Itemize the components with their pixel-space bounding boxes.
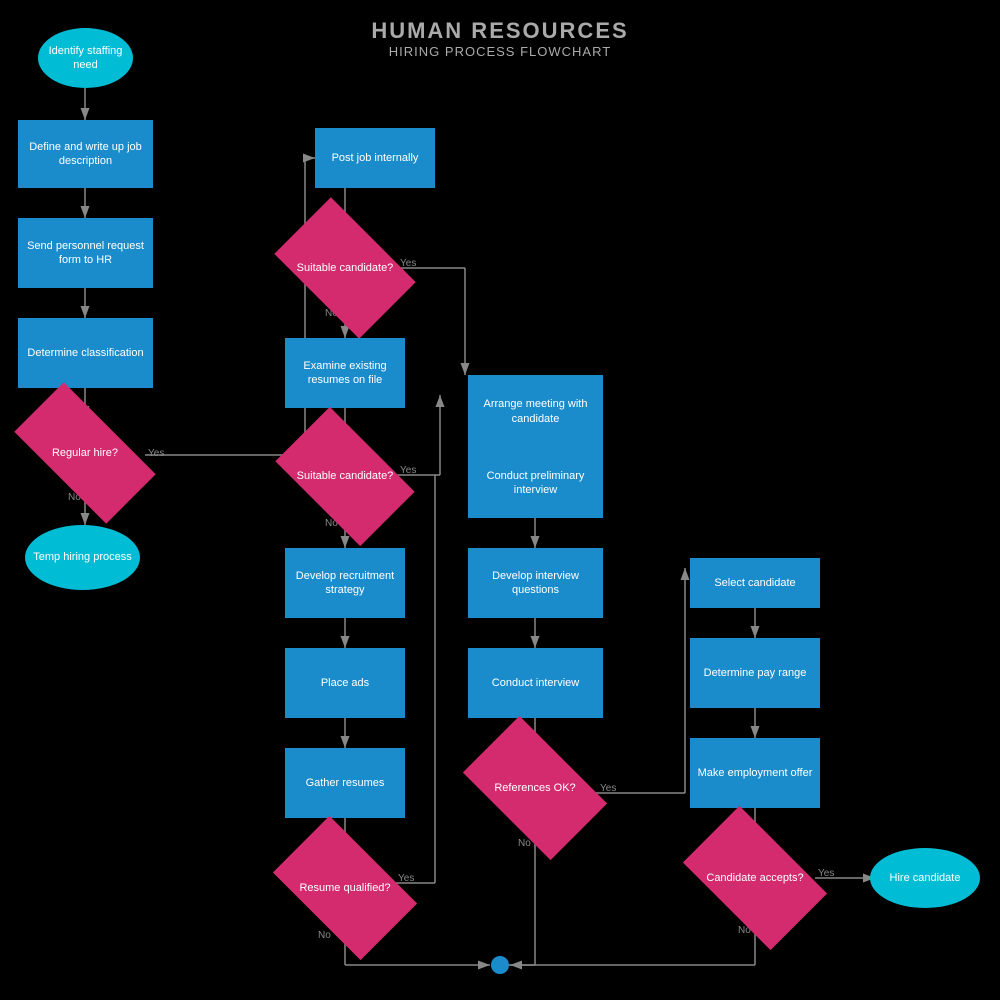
place-ads-box: Place ads xyxy=(285,648,405,718)
resume-qualified-diamond: Resume qualified? xyxy=(283,848,407,928)
gather-resumes-box: Gather resumes xyxy=(285,748,405,818)
post-job-box: Post job internally xyxy=(315,128,435,188)
temp-hiring-oval: Temp hiring process xyxy=(25,525,140,590)
label-no-references: No xyxy=(518,838,531,849)
main-title: HUMAN RESOURCES xyxy=(0,18,1000,44)
arrange-meeting-box: Arrange meeting with candidate xyxy=(468,375,603,448)
suitable1-diamond: Suitable candidate? xyxy=(285,228,405,308)
define-write-box: Define and write up job description xyxy=(18,120,153,188)
make-offer-box: Make employment offer xyxy=(690,738,820,808)
develop-interview-box: Develop interview questions xyxy=(468,548,603,618)
flowchart-canvas: HUMAN RESOURCES HIRING PROCESS FLOWCHART xyxy=(0,0,1000,1000)
determine-pay-box: Determine pay range xyxy=(690,638,820,708)
select-candidate-box: Select candidate xyxy=(690,558,820,608)
send-personnel-box: Send personnel request form to HR xyxy=(18,218,153,288)
suitable2-diamond: Suitable candidate? xyxy=(285,438,405,515)
references-ok-diamond: References OK? xyxy=(473,748,597,828)
conduct-interview-box: Conduct interview xyxy=(468,648,603,718)
determine-class-box: Determine classification xyxy=(18,318,153,388)
candidate-accepts-diamond: Candidate accepts? xyxy=(693,838,817,918)
regular-hire-diamond: Regular hire? xyxy=(20,418,150,488)
label-yes-regular: Yes xyxy=(148,448,164,459)
conduct-prelim-box: Conduct preliminary interview xyxy=(468,448,603,518)
examine-resumes-box: Examine existing resumes on file xyxy=(285,338,405,408)
sub-title: HIRING PROCESS FLOWCHART xyxy=(0,44,1000,59)
bottom-circle xyxy=(491,956,509,974)
title-area: HUMAN RESOURCES HIRING PROCESS FLOWCHART xyxy=(0,18,1000,59)
develop-recruit-box: Develop recruitment strategy xyxy=(285,548,405,618)
hire-candidate-oval: Hire candidate xyxy=(870,848,980,908)
identify-staffing-oval: Identify staffing need xyxy=(38,28,133,88)
label-no-resume: No xyxy=(318,930,331,941)
label-yes-references: Yes xyxy=(600,783,616,794)
label-yes-accepts: Yes xyxy=(818,868,834,879)
